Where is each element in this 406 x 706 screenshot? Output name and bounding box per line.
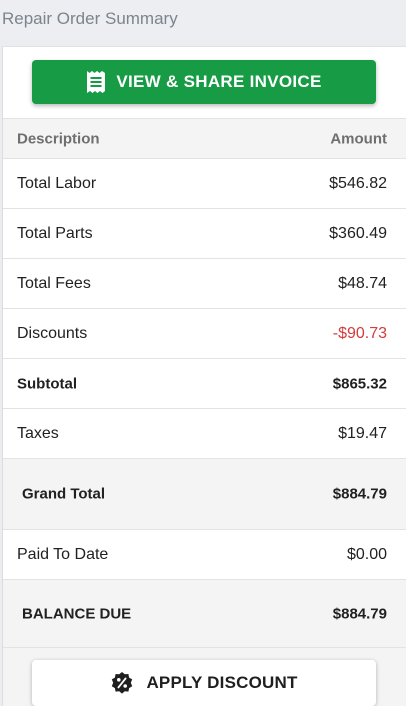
- row-amount: $360.49: [329, 224, 387, 242]
- row-amount: $884.79: [332, 485, 387, 503]
- row-label: Grand Total: [22, 485, 106, 503]
- row-label: Total Parts: [17, 224, 93, 242]
- discount-amount: -$90.73: [332, 324, 387, 342]
- row-label: Discounts: [17, 324, 88, 342]
- total-fees-row: Total Fees $48.74: [3, 259, 406, 309]
- row-label: Paid To Date: [17, 545, 109, 563]
- total-labor-row: Total Labor $546.82: [3, 159, 406, 209]
- paid-to-date-row: Paid To Date $0.00: [3, 530, 406, 580]
- page-header: Repair Order Summary: [0, 0, 406, 40]
- row-label: Total Fees: [17, 274, 91, 292]
- apply-discount-button[interactable]: APPLY DISCOUNT: [32, 660, 376, 706]
- taxes-row: Taxes $19.47: [3, 409, 406, 459]
- subtotal-row: Subtotal $865.32: [3, 359, 406, 409]
- row-amount: $19.47: [338, 424, 387, 442]
- discounts-row: Discounts -$90.73: [3, 309, 406, 359]
- card-footer: APPLY DISCOUNT: [3, 648, 406, 706]
- description-column-header: Description: [17, 130, 100, 147]
- view-share-invoice-label: VIEW & SHARE INVOICE: [116, 72, 322, 91]
- apply-discount-label: APPLY DISCOUNT: [146, 673, 298, 692]
- row-amount: $884.79: [332, 605, 387, 622]
- row-label: Subtotal: [17, 375, 77, 392]
- amount-column-header: Amount: [330, 130, 387, 147]
- table-header: Description Amount: [3, 118, 406, 159]
- page-title: Repair Order Summary: [2, 9, 178, 28]
- row-amount: $48.74: [338, 274, 387, 292]
- view-share-invoice-button[interactable]: VIEW & SHARE INVOICE: [32, 60, 376, 104]
- grand-total-row: Grand Total $884.79: [3, 459, 406, 530]
- summary-card: VIEW & SHARE INVOICE Description Amount …: [2, 46, 406, 706]
- row-amount: $865.32: [332, 375, 387, 392]
- row-label: Taxes: [17, 424, 59, 442]
- balance-due-row: BALANCE DUE $884.79: [3, 580, 406, 648]
- percent-badge-icon: [110, 671, 134, 695]
- total-parts-row: Total Parts $360.49: [3, 209, 406, 259]
- row-label: BALANCE DUE: [22, 605, 132, 622]
- row-amount: $0.00: [346, 545, 387, 563]
- row-amount: $546.82: [329, 174, 387, 192]
- receipt-icon: [86, 70, 106, 94]
- row-label: Total Labor: [17, 174, 97, 192]
